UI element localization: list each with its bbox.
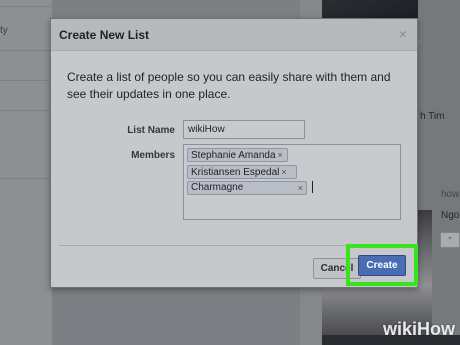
remove-member-icon[interactable]: × <box>281 167 286 177</box>
background-name-text-2: Ngo <box>441 210 460 221</box>
divider <box>0 80 52 81</box>
text-caret <box>312 181 313 193</box>
members-input[interactable]: Stephanie Amanda × Kristiansen Espedal × C… <box>183 144 401 220</box>
member-token: Kristiansen Espedal × <box>187 165 297 179</box>
background-add-friend-button: ⁺ <box>440 232 460 248</box>
dialog-header: Create New List × <box>51 19 417 51</box>
divider <box>0 178 52 179</box>
dialog-title: Create New List <box>59 28 150 42</box>
member-token: Stephanie Amanda × <box>187 148 288 162</box>
member-name: Charmagne <box>191 182 244 193</box>
background-left-column <box>0 0 52 345</box>
member-token: Charmagne × <box>187 181 307 195</box>
create-button[interactable]: Create <box>358 255 406 276</box>
background-section-text: how <box>441 189 460 200</box>
watermark-prefix: wiki <box>383 319 418 339</box>
member-name: Stephanie Amanda <box>191 150 276 161</box>
background-name-text: h Tim <box>420 111 445 122</box>
member-name: Kristiansen Espedal <box>191 167 280 178</box>
close-icon[interactable]: × <box>396 26 410 42</box>
watermark-suffix: How <box>417 319 456 339</box>
remove-member-icon[interactable]: × <box>278 150 283 160</box>
list-name-label: List Name <box>127 125 175 136</box>
background-left-text: ty <box>0 25 8 36</box>
divider <box>0 50 52 51</box>
divider <box>0 110 52 111</box>
list-name-input[interactable]: wikiHow <box>183 120 305 139</box>
divider <box>0 6 52 7</box>
remove-member-icon[interactable]: × <box>298 182 303 194</box>
wikihow-watermark: wikiHow <box>383 319 455 340</box>
members-label: Members <box>131 150 175 161</box>
dialog-description: Create a list of people so you can easil… <box>67 70 391 101</box>
